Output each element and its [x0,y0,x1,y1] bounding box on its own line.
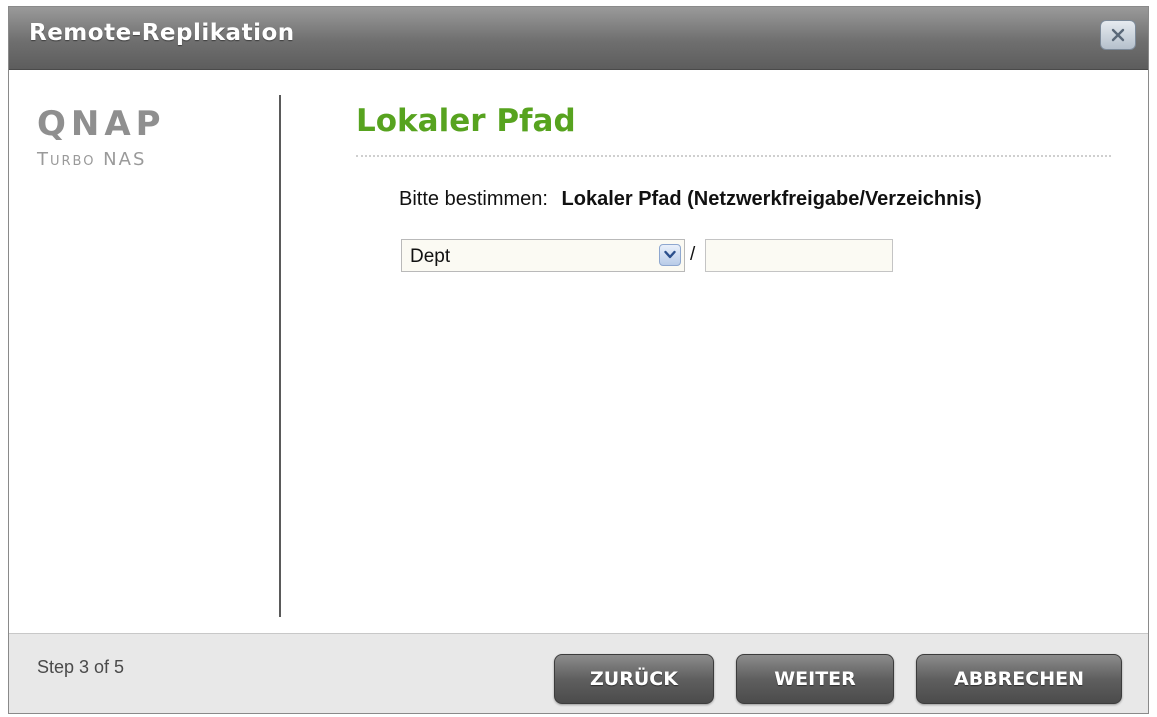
dialog-footer: Step 3 of 5 ZURÜCK WEITER ABBRECHEN [9,633,1148,713]
prompt-value: Lokaler Pfad (Netzwerkfreigabe/Verzeichn… [561,188,982,210]
remote-replication-dialog: Remote-Replikation QNAP Turbo NAS Lokale… [8,6,1149,714]
dropdown-button[interactable] [659,244,681,266]
vertical-divider [279,95,281,617]
heading-divider [356,155,1111,157]
path-separator: / [690,244,696,265]
logo-brand: QNAP [37,104,166,144]
close-icon [1111,28,1125,42]
next-button[interactable]: WEITER [736,654,894,704]
share-select[interactable]: Dept [401,239,685,272]
share-select-value: Dept [410,246,451,267]
qnap-logo: QNAP Turbo NAS [37,107,166,170]
page-title: Lokaler Pfad [356,103,576,139]
close-button[interactable] [1100,20,1136,50]
folder-path-input[interactable] [705,239,893,272]
cancel-button[interactable]: ABBRECHEN [916,654,1122,704]
prompt-label: Bitte bestimmen: [399,188,548,210]
path-prompt: Bitte bestimmen: Lokaler Pfad (Netzwerkf… [399,188,982,211]
chevron-down-icon [664,250,676,259]
window-title: Remote-Replikation [29,20,295,46]
back-button[interactable]: ZURÜCK [554,654,714,704]
logo-product: Turbo NAS [37,149,147,170]
step-indicator: Step 3 of 5 [37,657,125,677]
title-bar: Remote-Replikation [9,7,1148,70]
